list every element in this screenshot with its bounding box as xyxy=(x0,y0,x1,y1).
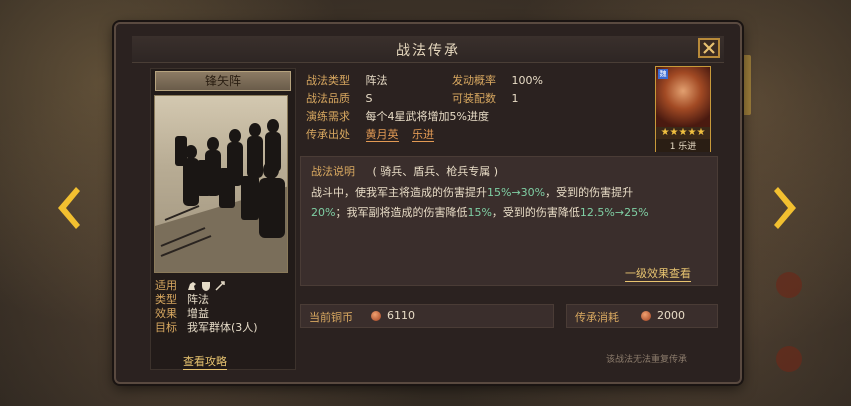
info-value: 阵法 xyxy=(365,74,388,87)
info-type: 战法类型 阵法 xyxy=(306,72,388,88)
stat-value: 阵法 xyxy=(187,293,209,306)
tactic-description: 战法说明 ( 骑兵、盾兵、枪兵专属 ) 战斗中，使我军主将造成的伤害提升15%→… xyxy=(300,156,718,286)
copper-coin-icon xyxy=(641,311,651,321)
info-label: 演练需求 xyxy=(306,110,350,123)
side-icon xyxy=(776,272,802,298)
hero-stars: ★★★★★ xyxy=(660,127,706,138)
stat-label: 类型 xyxy=(155,293,177,306)
desc-text: ；我军副将造成的伤害降低 xyxy=(335,206,468,219)
tactic-artwork xyxy=(154,95,288,273)
tactic-stats: 适用 类型 阵法 效果 增益 目标 我军群体(3人) xyxy=(155,279,258,335)
info-value: 100% xyxy=(511,74,543,87)
close-icon[interactable] xyxy=(698,38,720,58)
dialog-header: 战法传承 xyxy=(132,36,724,63)
stat-row-type: 类型 阵法 xyxy=(155,293,258,307)
level-effect-link[interactable]: 一级效果查看 xyxy=(625,265,691,282)
stat-row-applicable: 适用 xyxy=(155,279,258,293)
copper-coin-icon xyxy=(371,311,381,321)
source-link-lejin[interactable]: 乐进 xyxy=(412,128,434,142)
cavalry-icon xyxy=(188,282,196,290)
dialog-title: 战法传承 xyxy=(396,43,460,59)
next-arrow-icon[interactable] xyxy=(772,185,802,231)
info-quality: 战法品质 S xyxy=(306,90,372,106)
desc-text: ，受到的伤害提升 xyxy=(545,186,634,199)
desc-highlight: 15%→30% xyxy=(487,186,546,199)
coins-label: 当前铜币 xyxy=(309,311,353,324)
tactic-card: 锋矢阵 适用 类型 阵法 效果 增益 目标 我军群体(3人) 查看攻略 xyxy=(150,68,296,370)
stat-row-effect: 效果 增益 xyxy=(155,307,258,321)
info-rate: 发动概率 100% xyxy=(452,72,543,88)
footer-note: 该战法无法重复传承 xyxy=(606,355,688,365)
shield-icon xyxy=(202,282,210,291)
info-slots: 可装配数 1 xyxy=(452,90,519,106)
cost-label: 传承消耗 xyxy=(575,311,619,324)
view-guide-link[interactable]: 查看攻略 xyxy=(183,353,227,370)
info-requirement: 演练需求 每个4星武将增加5%进度 xyxy=(306,108,489,124)
stat-label: 适用 xyxy=(155,279,177,292)
desc-text: 战斗中，使我军主将造成的伤害提升 xyxy=(311,186,487,199)
info-label: 战法品质 xyxy=(306,92,350,105)
hero-card[interactable]: 魏 ★★★★★ 1 乐进 xyxy=(655,66,711,152)
info-label: 发动概率 xyxy=(452,74,496,87)
description-text: 战斗中，使我军主将造成的伤害提升15%→30%，受到的伤害提升 20%；我军副将… xyxy=(311,183,711,223)
stat-value: 增益 xyxy=(187,307,209,320)
inherit-cost: 传承消耗 2000 xyxy=(566,304,718,328)
description-title: 战法说明 ( 骑兵、盾兵、枪兵专属 ) xyxy=(311,163,498,179)
info-value: S xyxy=(365,92,373,105)
tactic-inherit-dialog: 战法传承 锋矢阵 适用 类型 阵法 效果 增益 目标 我军群体(3人) 查看攻略… xyxy=(114,22,742,384)
hero-level: 1 乐进 xyxy=(656,139,710,152)
desc-highlight: 12.5%→25% xyxy=(579,206,649,219)
stat-label: 目标 xyxy=(155,321,177,334)
desc-text: ，受到的伤害降低 xyxy=(491,206,580,219)
desc-highlight: 20% xyxy=(311,206,336,219)
spear-icon xyxy=(215,281,225,291)
stat-label: 效果 xyxy=(155,307,177,320)
info-value: 每个4星武将增加5%进度 xyxy=(365,110,489,123)
current-coins: 当前铜币 6110 xyxy=(300,304,554,328)
prev-arrow-icon[interactable] xyxy=(52,185,82,231)
info-label: 可装配数 xyxy=(452,92,496,105)
side-icon xyxy=(776,346,802,372)
cost-value: 2000 xyxy=(657,309,685,322)
desc-highlight: 15% xyxy=(467,206,492,219)
description-subtitle: ( 骑兵、盾兵、枪兵专属 ) xyxy=(372,165,499,178)
source-link-huangyueying[interactable]: 黄月英 xyxy=(365,128,399,142)
tactic-name: 锋矢阵 xyxy=(155,71,291,91)
unit-icons xyxy=(187,279,225,293)
info-label: 战法类型 xyxy=(306,74,350,87)
description-label: 战法说明 xyxy=(311,165,355,178)
stat-value: 我军群体(3人) xyxy=(187,321,258,334)
info-label: 传承出处 xyxy=(306,128,350,141)
stat-row-target: 目标 我军群体(3人) xyxy=(155,321,258,335)
coins-value: 6110 xyxy=(387,309,415,322)
faction-badge: 魏 xyxy=(658,69,668,79)
info-source: 传承出处 黄月英 乐进 xyxy=(306,126,434,142)
info-value: 1 xyxy=(511,92,519,105)
